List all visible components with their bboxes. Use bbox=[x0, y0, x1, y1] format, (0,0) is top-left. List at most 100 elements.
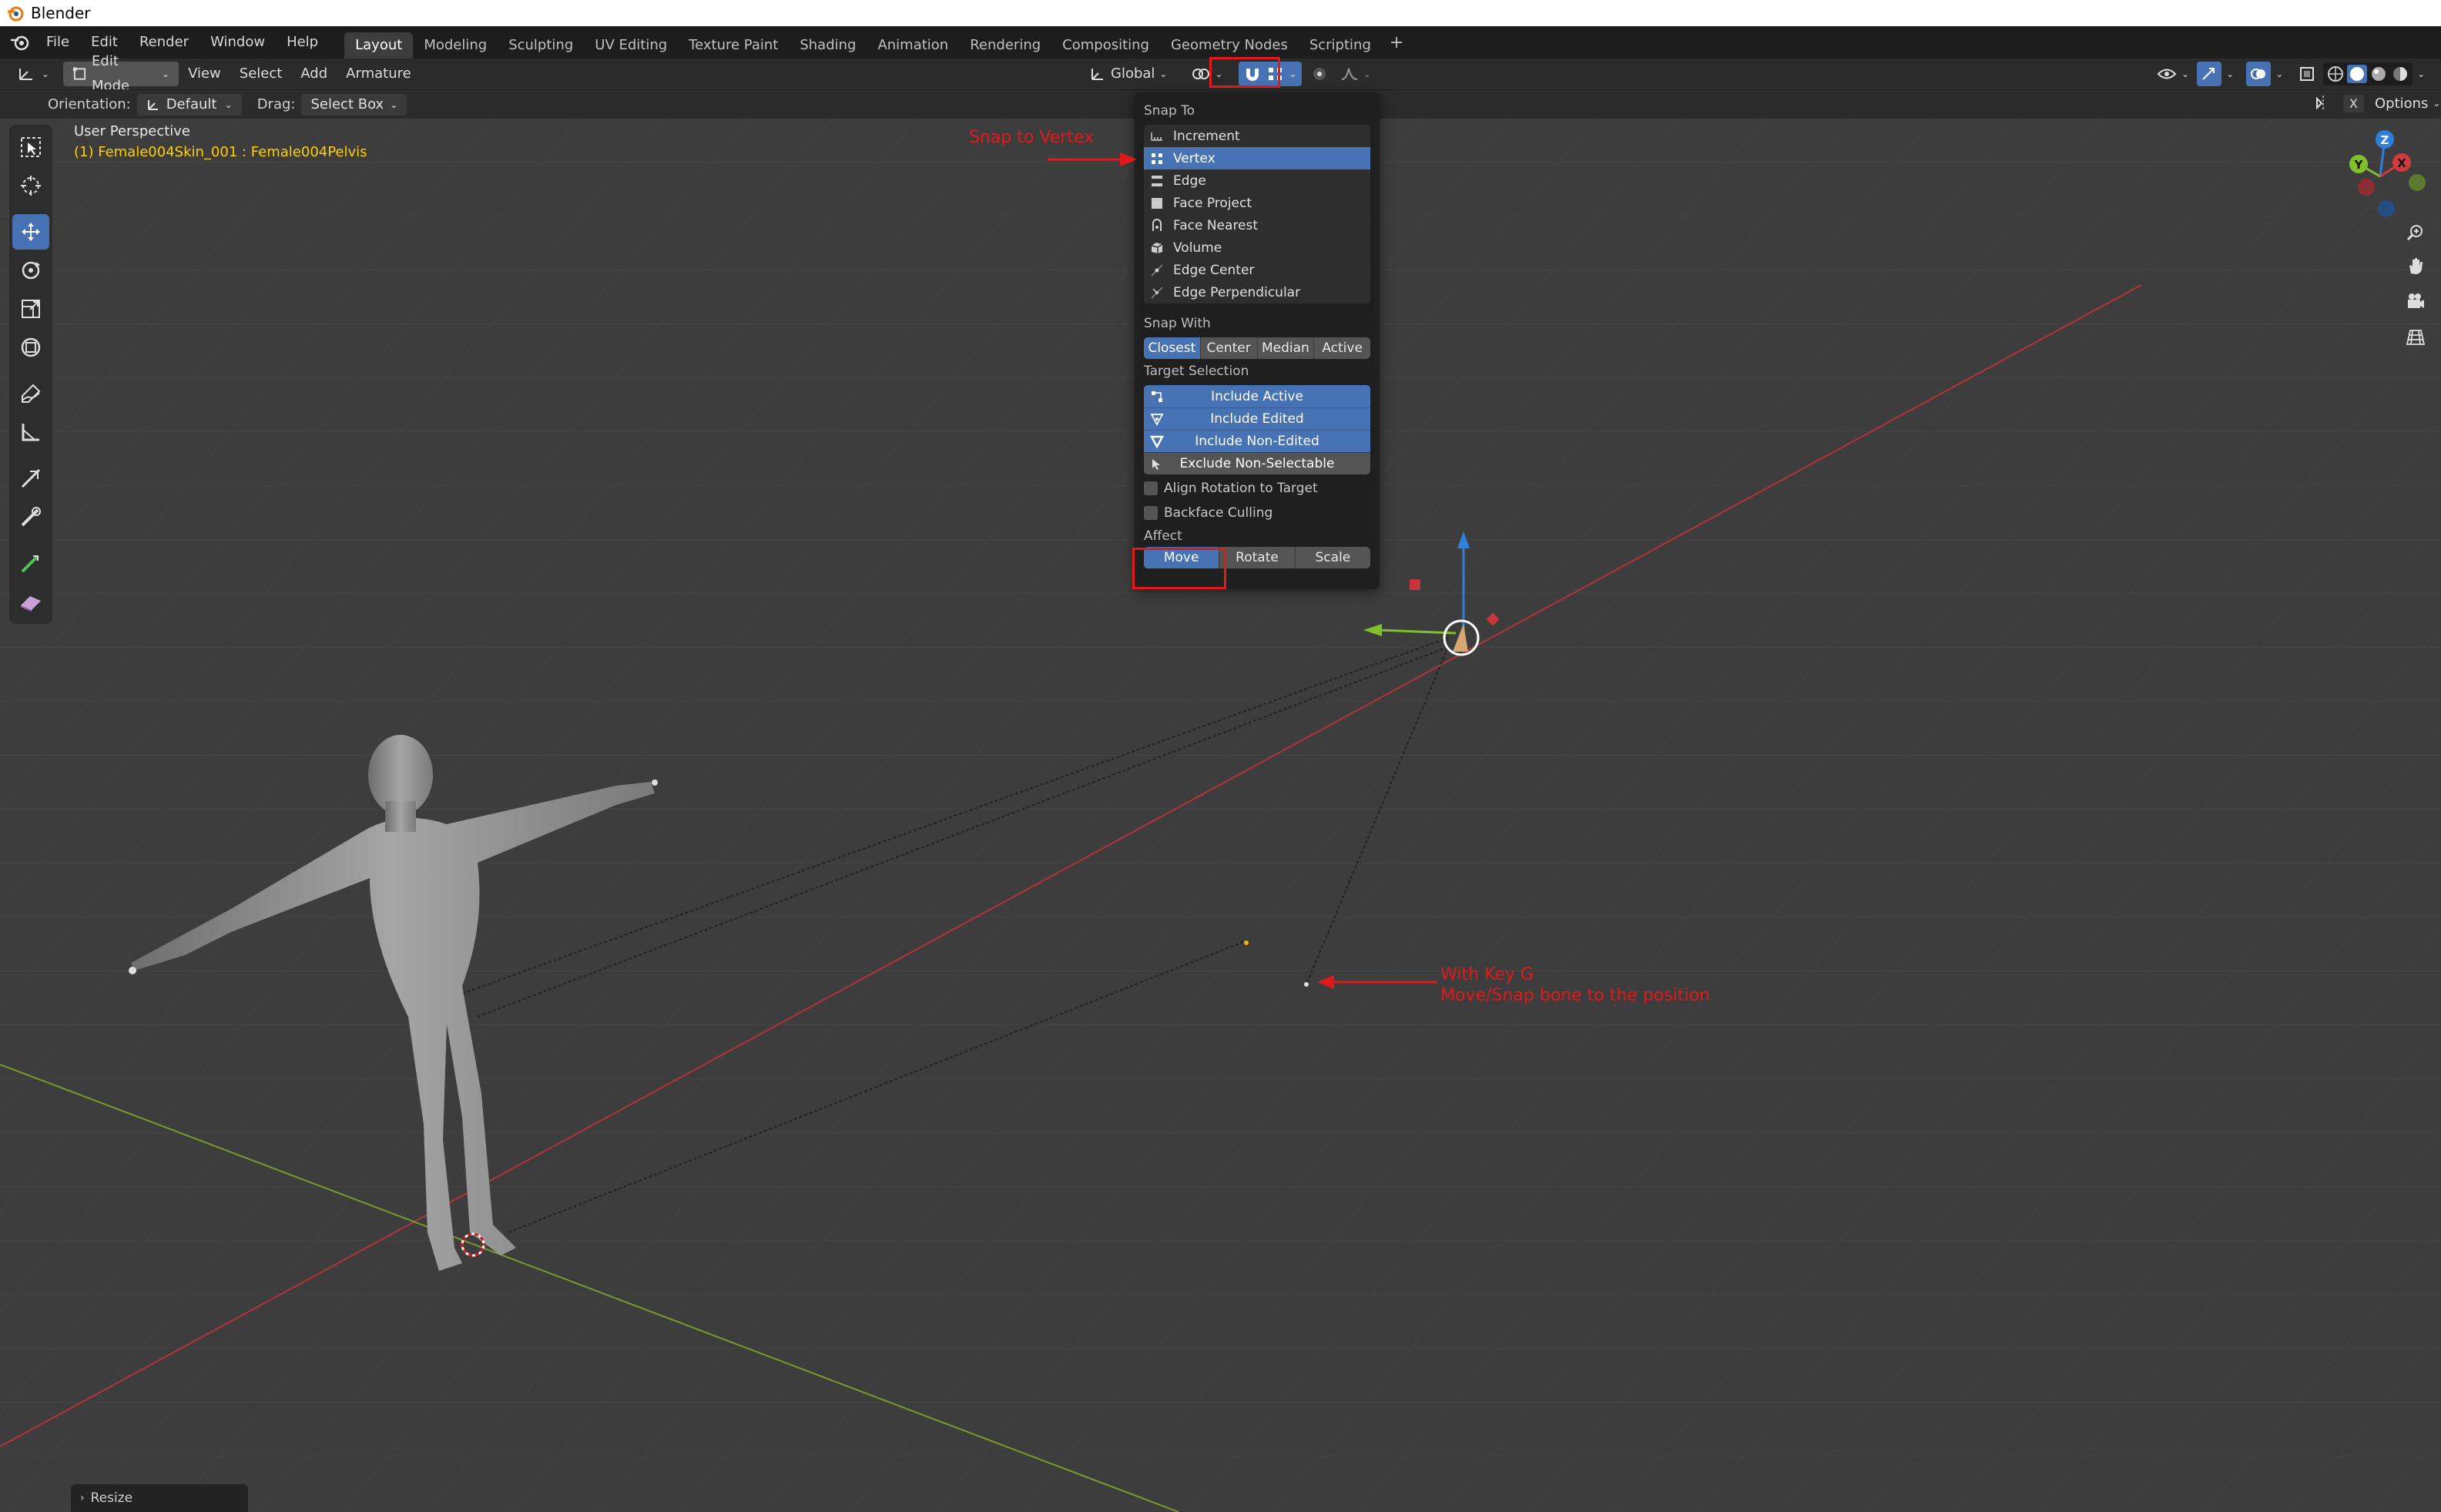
solid-shading-icon[interactable] bbox=[2347, 65, 2368, 83]
transform-orientation-dropdown[interactable]: Global ⌄ bbox=[1080, 62, 1176, 86]
tool-cursor[interactable] bbox=[12, 168, 49, 203]
editor-type-button[interactable]: ⌄ bbox=[8, 62, 59, 86]
blender-menu-icon[interactable] bbox=[5, 26, 35, 59]
pointer-icon bbox=[1152, 459, 1160, 470]
tab-texture-paint[interactable]: Texture Paint bbox=[678, 32, 789, 59]
options-dropdown[interactable]: Options ⌄ bbox=[2375, 96, 2441, 112]
snap-face-project[interactable]: Face Project bbox=[1144, 192, 1370, 214]
blender-logo-icon bbox=[8, 6, 24, 22]
include-non-edited-label: Include Non-Edited bbox=[1195, 434, 1319, 449]
chevron-down-icon: ⌄ bbox=[1289, 69, 1297, 79]
snap-with-closest[interactable]: Closest bbox=[1144, 337, 1201, 359]
rendered-shading-icon[interactable] bbox=[2390, 65, 2410, 83]
blender-window: Blender File Edit Render Window Help Lay… bbox=[0, 0, 2441, 1512]
tool-rotate[interactable] bbox=[12, 253, 49, 288]
gizmo-toggle[interactable] bbox=[2197, 62, 2222, 86]
backface-culling-checkbox[interactable]: Backface Culling bbox=[1144, 501, 1370, 525]
snap-with-active[interactable]: Active bbox=[1314, 337, 1370, 359]
tab-layout[interactable]: Layout bbox=[344, 32, 414, 59]
snap-edge-perpendicular-label: Edge Perpendicular bbox=[1173, 284, 1301, 300]
snap-increment[interactable]: Increment bbox=[1144, 125, 1370, 147]
tool-bone-size[interactable] bbox=[12, 545, 49, 581]
snap-increment-label: Increment bbox=[1173, 128, 1240, 144]
overlay-toggle[interactable] bbox=[2246, 62, 2272, 86]
include-non-edited-toggle[interactable]: Include Non-Edited bbox=[1144, 430, 1370, 452]
add-workspace-button[interactable]: + bbox=[1382, 33, 1411, 52]
tool-bone-roll[interactable] bbox=[12, 499, 49, 535]
tab-sculpting[interactable]: Sculpting bbox=[498, 32, 584, 59]
annotation-key-g: With Key G Move/Snap bone to the positio… bbox=[1440, 964, 1710, 1006]
snap-edge-center[interactable]: Edge Center bbox=[1144, 259, 1370, 281]
tab-shading[interactable]: Shading bbox=[789, 32, 867, 59]
menu-file[interactable]: File bbox=[35, 26, 80, 59]
snap-edge[interactable]: Edge bbox=[1144, 169, 1370, 192]
view-menu[interactable]: View bbox=[179, 62, 230, 86]
snap-with-center[interactable]: Center bbox=[1201, 337, 1258, 359]
camera-icon[interactable] bbox=[2402, 288, 2429, 316]
mode-dropdown[interactable]: Edit Mode ⌄ bbox=[63, 53, 179, 94]
envelope-icon bbox=[21, 596, 41, 612]
edge-perpendicular-icon bbox=[1151, 286, 1163, 299]
visibility-dropdown[interactable]: ⌄ bbox=[2154, 62, 2192, 86]
orientation-label: Orientation: bbox=[48, 96, 131, 112]
snap-with-label: Snap With bbox=[1144, 316, 1211, 331]
align-rotation-checkbox[interactable]: Align Rotation to Target bbox=[1144, 476, 1370, 501]
affect-rotate[interactable]: Rotate bbox=[1219, 547, 1296, 568]
tool-select-box[interactable] bbox=[12, 129, 49, 165]
tool-measure[interactable] bbox=[12, 414, 49, 450]
mirror-x-label[interactable]: X bbox=[2343, 94, 2364, 112]
zoom-icon[interactable] bbox=[2402, 219, 2429, 246]
snap-edge-center-label: Edge Center bbox=[1173, 262, 1255, 278]
exclude-non-selectable-label: Exclude Non-Selectable bbox=[1179, 456, 1335, 471]
align-rotation-label: Align Rotation to Target bbox=[1164, 481, 1318, 496]
perspective-grid-icon[interactable] bbox=[2402, 324, 2429, 351]
menu-help[interactable]: Help bbox=[276, 26, 329, 59]
xray-toggle[interactable] bbox=[2295, 62, 2319, 86]
include-edited-toggle[interactable]: Include Edited bbox=[1144, 407, 1370, 430]
annotation-snap-to-vertex: Snap to Vertex bbox=[969, 128, 1095, 147]
exclude-non-selectable-toggle[interactable]: Exclude Non-Selectable bbox=[1144, 452, 1370, 474]
last-operator-panel[interactable]: › Resize bbox=[71, 1484, 248, 1512]
snap-edge-perpendicular[interactable]: Edge Perpendicular bbox=[1144, 281, 1370, 303]
tool-move[interactable] bbox=[12, 214, 49, 250]
hand-vertex bbox=[652, 779, 658, 786]
tab-scripting[interactable]: Scripting bbox=[1299, 32, 1382, 59]
tool-annotate[interactable] bbox=[12, 376, 49, 411]
wireframe-shading-icon[interactable] bbox=[2325, 65, 2345, 83]
tab-uv-editing[interactable]: UV Editing bbox=[584, 32, 678, 59]
tool-transform[interactable] bbox=[12, 330, 49, 365]
add-menu[interactable]: Add bbox=[291, 62, 337, 86]
tab-modeling[interactable]: Modeling bbox=[413, 32, 498, 59]
os-title-bar: Blender bbox=[0, 0, 2441, 26]
tool-bone-envelope[interactable] bbox=[12, 584, 49, 619]
tab-rendering[interactable]: Rendering bbox=[959, 32, 1051, 59]
tab-geometry-nodes[interactable]: Geometry Nodes bbox=[1160, 32, 1299, 59]
falloff-dropdown[interactable]: ⌄ bbox=[1337, 62, 1374, 86]
armature-menu[interactable]: Armature bbox=[337, 62, 421, 86]
include-active-toggle[interactable]: Include Active bbox=[1144, 385, 1370, 407]
tab-animation[interactable]: Animation bbox=[867, 32, 959, 59]
chevron-down-icon[interactable]: ⌄ bbox=[2226, 69, 2234, 79]
drag-dropdown[interactable]: Select Box ⌄ bbox=[301, 93, 407, 116]
snap-with-median[interactable]: Median bbox=[1258, 337, 1315, 359]
eye-icon bbox=[2157, 69, 2177, 79]
tool-scale[interactable] bbox=[12, 291, 49, 327]
orientation-dropdown[interactable]: Default ⌄ bbox=[136, 93, 242, 116]
snap-face-nearest-label: Face Nearest bbox=[1173, 217, 1259, 233]
snap-face-nearest[interactable]: Face Nearest bbox=[1144, 214, 1370, 236]
material-shading-icon[interactable] bbox=[2369, 65, 2389, 83]
menu-window[interactable]: Window bbox=[200, 26, 276, 59]
tool-bone-extrude[interactable] bbox=[12, 461, 49, 496]
select-menu[interactable]: Select bbox=[230, 62, 292, 86]
affect-scale[interactable]: Scale bbox=[1296, 547, 1370, 568]
proportional-edit-button[interactable] bbox=[1308, 62, 1331, 86]
snap-volume[interactable]: Volume bbox=[1144, 236, 1370, 259]
falloff-curve-icon bbox=[1341, 68, 1357, 80]
navigation-gizmo[interactable]: Z Y X bbox=[2326, 122, 2434, 230]
mirror-x-icon[interactable] bbox=[2314, 94, 2332, 112]
chevron-down-icon[interactable]: ⌄ bbox=[2417, 69, 2425, 79]
pan-hand-icon[interactable] bbox=[2402, 253, 2429, 280]
tab-compositing[interactable]: Compositing bbox=[1051, 32, 1160, 59]
snap-vertex[interactable]: Vertex bbox=[1144, 147, 1370, 169]
chevron-down-icon[interactable]: ⌄ bbox=[2275, 69, 2283, 79]
